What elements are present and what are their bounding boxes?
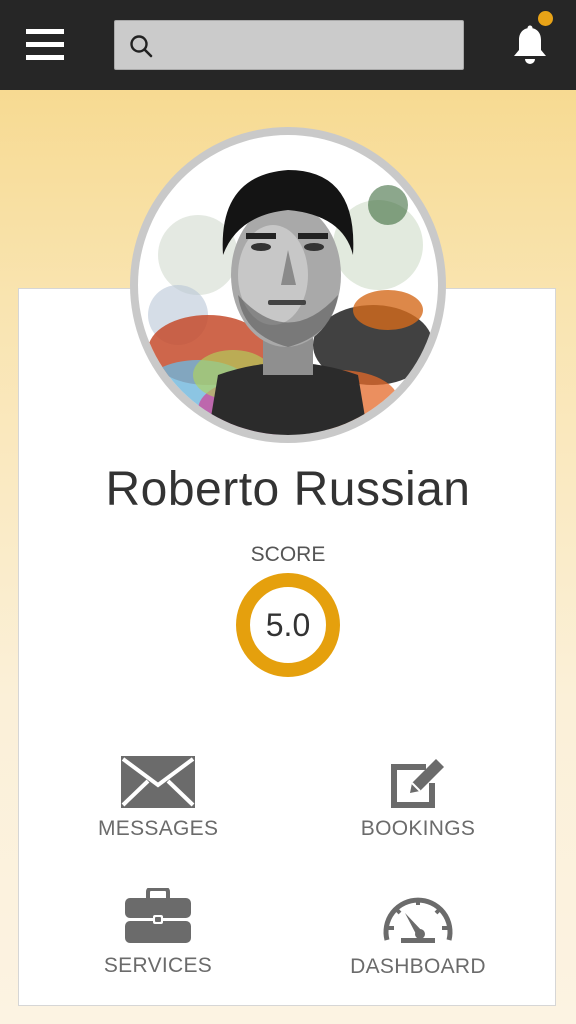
- bookings-label: BOOKINGS: [360, 817, 476, 840]
- avatar[interactable]: [138, 135, 438, 435]
- services-label: SERVICES: [103, 954, 213, 977]
- dashboard-button[interactable]: DASHBOARD: [348, 888, 488, 980]
- services-button[interactable]: SERVICES: [98, 888, 218, 980]
- hamburger-menu-icon[interactable]: [26, 29, 64, 61]
- briefcase-icon: [125, 888, 191, 943]
- score-value: 5.0: [265, 607, 311, 643]
- bell-icon[interactable]: [510, 24, 550, 68]
- score-label: SCORE: [250, 543, 326, 566]
- messages-button[interactable]: MESSAGES: [98, 755, 218, 845]
- messages-label: MESSAGES: [98, 817, 219, 840]
- dashboard-label: DASHBOARD: [350, 955, 486, 978]
- search-input[interactable]: [163, 21, 457, 71]
- search-bar[interactable]: [114, 20, 464, 71]
- profile-name: Roberto Russian: [105, 463, 471, 516]
- speedometer-icon: [383, 897, 453, 943]
- envelope-icon: [121, 756, 195, 808]
- search-icon: [130, 35, 153, 58]
- avatar-image: [143, 170, 433, 435]
- edit-icon: [391, 759, 444, 808]
- top-bar: [0, 0, 576, 90]
- bookings-button[interactable]: BOOKINGS: [354, 755, 482, 845]
- notification-badge: [538, 11, 553, 26]
